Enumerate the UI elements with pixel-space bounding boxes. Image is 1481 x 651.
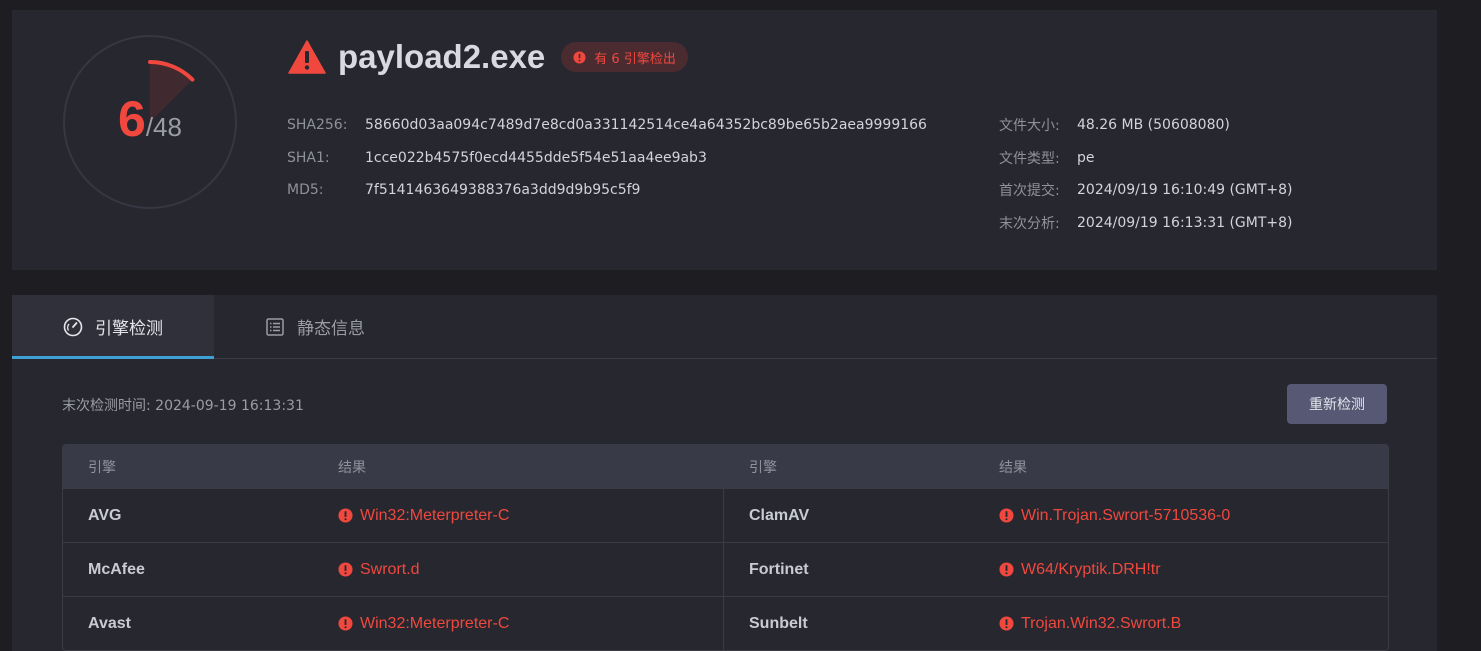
engine-cell: Sunbelt (724, 597, 974, 650)
engine-cell: AVG (63, 489, 313, 542)
table-header: 引擎 结果 引擎 结果 (63, 445, 1388, 488)
detection-count: 6 (118, 91, 146, 147)
alert-circle-icon (573, 50, 586, 64)
engine-name: McAfee (88, 560, 145, 578)
info-row-last-analysis: 末次分析: 2024/09/19 16:13:31 (GMT+8) (999, 207, 1293, 240)
hash-row-sha1: SHA1: 1cce022b4575f0ecd4455dde5f54e51aa4… (287, 142, 927, 175)
engine-name: Avast (88, 614, 131, 632)
detection-result: Swrort.d (360, 560, 420, 578)
info-label: 首次提交: (999, 183, 1060, 200)
hash-label: MD5: (287, 182, 324, 199)
warning-triangle-icon (288, 40, 326, 74)
engine-cell: Fortinet (724, 543, 974, 596)
info-value: 2024/09/19 16:10:49 (GMT+8) (1077, 182, 1293, 199)
column-header-result: 结果 (338, 459, 366, 476)
tab-label: 引擎检测 (95, 319, 163, 339)
info-label: 文件大小: (999, 118, 1060, 135)
engine-name: Fortinet (749, 560, 809, 578)
result-cell: Win.Trojan.Swrort-5710536-0 (974, 489, 1388, 542)
info-row-size: 文件大小: 48.26 MB (50608080) (999, 109, 1293, 142)
column-header-engine: 引擎 (88, 459, 116, 476)
info-value: 2024/09/19 16:13:31 (GMT+8) (1077, 214, 1293, 231)
alert-circle-icon (999, 562, 1014, 577)
file-title-row: payload2.exe 有 6 引擎检出 (288, 36, 688, 78)
engine-name: Sunbelt (749, 614, 808, 632)
engine-cell: McAfee (63, 543, 313, 596)
info-value: pe (1077, 149, 1095, 166)
info-label: 文件类型: (999, 150, 1060, 167)
tab-label: 静态信息 (297, 319, 365, 339)
result-cell: Swrort.d (313, 543, 724, 596)
file-info-list: 文件大小: 48.26 MB (50608080) 文件类型: pe 首次提交:… (999, 109, 1293, 239)
column-header-result: 结果 (999, 459, 1027, 476)
info-value: 48.26 MB (50608080) (1077, 117, 1230, 134)
info-row-type: 文件类型: pe (999, 142, 1293, 175)
engine-cell: ClamAV (724, 489, 974, 542)
alert-circle-icon (999, 508, 1014, 523)
rescan-button[interactable]: 重新检测 (1287, 384, 1387, 424)
file-summary-card: 6/48 payload2.exe 有 6 引擎检出 SHA256: 58660… (12, 10, 1437, 270)
info-row-first-submit: 首次提交: 2024/09/19 16:10:49 (GMT+8) (999, 174, 1293, 207)
last-scan-time: 末次检测时间: 2024-09-19 16:13:31 (62, 398, 304, 414)
result-cell: Win32:Meterpreter-C (313, 597, 724, 650)
column-header-engine: 引擎 (749, 459, 777, 476)
alert-circle-icon (999, 616, 1014, 631)
hash-value: 1cce022b4575f0ecd4455dde5f54e51aa4ee9ab3 (365, 149, 707, 166)
result-cell: Trojan.Win32.Swrort.B (974, 597, 1388, 650)
document-list-icon (266, 317, 284, 336)
hash-label: SHA256: (287, 117, 348, 134)
detection-gauge: 6/48 (62, 34, 238, 210)
hash-list: SHA256: 58660d03aa094c7489d7e8cd0a331142… (287, 109, 927, 207)
table-row: Avast Win32:Meterpreter-C Sunbelt Trojan… (63, 596, 1388, 650)
detection-badge-label: 有 6 引擎检出 (594, 51, 676, 67)
engine-cell: Avast (63, 597, 313, 650)
alert-circle-icon (338, 562, 353, 577)
info-label: 末次分析: (999, 215, 1060, 232)
gauge-label: 6/48 (62, 90, 238, 148)
hash-label: SHA1: (287, 149, 330, 166)
engine-results-table: 引擎 结果 引擎 结果 AVG Win32:Meterpreter-C Clam… (62, 444, 1389, 651)
gauge-icon (63, 317, 83, 336)
detection-result: Win32:Meterpreter-C (360, 614, 510, 632)
detection-result: Win32:Meterpreter-C (360, 506, 510, 524)
engine-total: /48 (145, 112, 182, 142)
tab-static-info[interactable]: 静态信息 (265, 295, 365, 358)
table-row: AVG Win32:Meterpreter-C ClamAV Win.Troja… (63, 488, 1388, 542)
result-cell: W64/Kryptik.DRH!tr (974, 543, 1388, 596)
engine-name: AVG (88, 506, 122, 524)
alert-circle-icon (338, 616, 353, 631)
hash-row-md5: MD5: 7f5141463649388376a3dd9d9b95c5f9 (287, 174, 927, 207)
tab-engine-detection[interactable]: 引擎检测 (12, 295, 214, 359)
tab-bar: 引擎检测 静态信息 (12, 295, 1437, 359)
detection-result: Trojan.Win32.Swrort.B (1021, 614, 1182, 632)
hash-value: 7f5141463649388376a3dd9d9b95c5f9 (365, 182, 641, 199)
engine-detection-panel: 引擎检测 静态信息 末次检测时间: 2024-09-19 16:13:31 重新… (12, 295, 1437, 651)
detection-result: W64/Kryptik.DRH!tr (1021, 560, 1161, 578)
detection-result: Win.Trojan.Swrort-5710536-0 (1021, 506, 1231, 524)
engine-name: ClamAV (749, 506, 810, 524)
alert-circle-icon (338, 508, 353, 523)
hash-value: 58660d03aa094c7489d7e8cd0a331142514ce4a6… (365, 117, 927, 134)
result-cell: Win32:Meterpreter-C (313, 489, 724, 542)
file-name: payload2.exe (338, 38, 546, 75)
detection-badge: 有 6 引擎检出 (561, 42, 688, 72)
table-row: McAfee Swrort.d Fortinet W64/Kryptik.DRH… (63, 542, 1388, 596)
hash-row-sha256: SHA256: 58660d03aa094c7489d7e8cd0a331142… (287, 109, 927, 142)
